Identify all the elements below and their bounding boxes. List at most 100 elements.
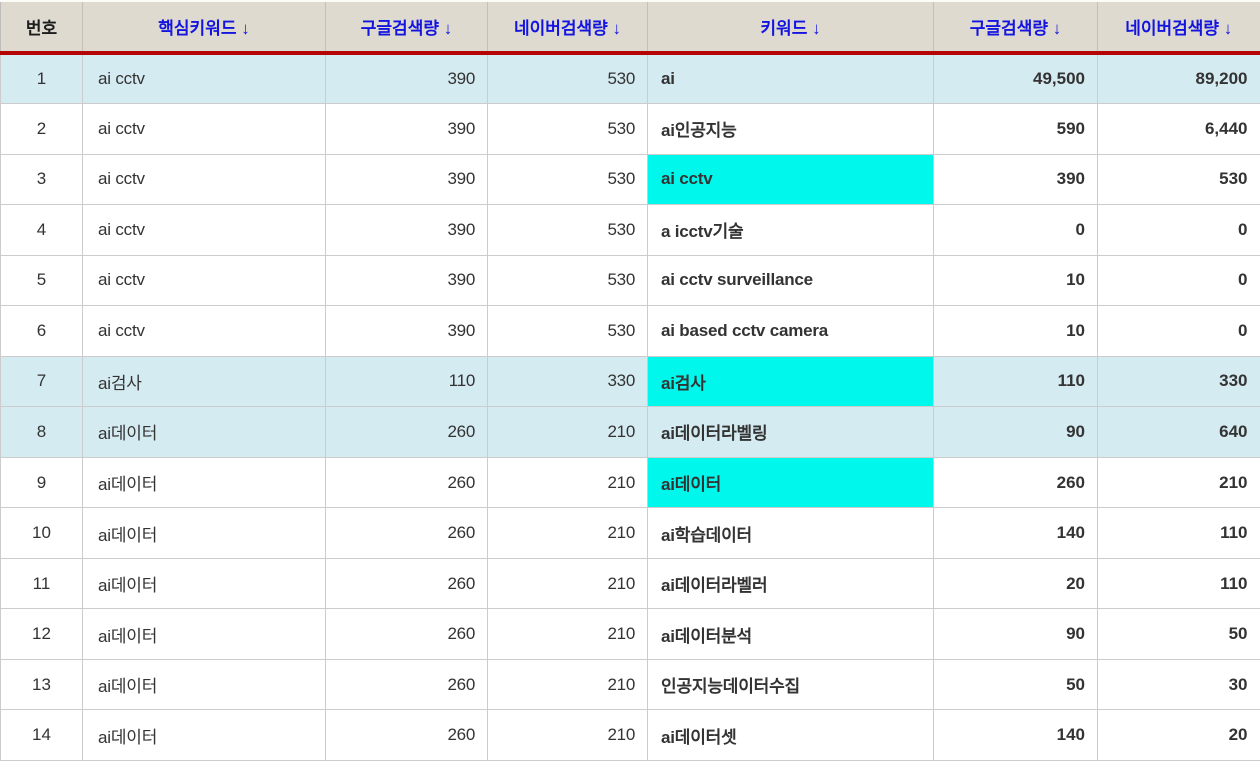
core-keyword-cell: ai검사 [83,356,326,407]
core-keyword-cell: ai데이터 [83,407,326,458]
naver-volume-keyword-cell: 0 [1098,205,1260,256]
related-keyword-cell: ai데이터라벨링 [648,407,934,458]
naver-volume-keyword-cell: 0 [1098,306,1260,357]
google-volume-keyword-cell: 50 [934,659,1098,710]
row-number-cell: 13 [1,659,83,710]
naver-volume-keyword-cell: 640 [1098,407,1260,458]
column-header-naver-volume-core[interactable]: 네이버검색량 ↓ [488,1,648,53]
related-keyword-cell: ai cctv [648,154,934,205]
sort-descending-icon: ↓ [1224,19,1233,38]
google-volume-core-cell: 390 [326,104,488,155]
header-label: 네이버검색량 [1125,19,1219,38]
naver-volume-keyword-cell: 50 [1098,609,1260,660]
google-volume-core-cell: 390 [326,53,488,104]
row-number-cell: 4 [1,205,83,256]
table-row: 12ai데이터260210ai데이터분석9050 [1,609,1260,660]
naver-volume-core-cell: 210 [488,407,648,458]
related-keyword-cell: ai [648,53,934,104]
header-label: 번호 [26,19,57,38]
row-number-cell: 3 [1,154,83,205]
google-volume-core-cell: 390 [326,255,488,306]
core-keyword-cell: ai cctv [83,154,326,205]
header-label: 구글검색량 [361,19,439,38]
core-keyword-cell: ai cctv [83,53,326,104]
google-volume-keyword-cell: 110 [934,356,1098,407]
row-number-cell: 6 [1,306,83,357]
google-volume-core-cell: 260 [326,710,488,761]
naver-volume-keyword-cell: 89,200 [1098,53,1260,104]
google-volume-core-cell: 260 [326,558,488,609]
core-keyword-cell: ai cctv [83,306,326,357]
google-volume-keyword-cell: 140 [934,508,1098,559]
google-volume-keyword-cell: 10 [934,255,1098,306]
naver-volume-core-cell: 530 [488,104,648,155]
row-number-cell: 2 [1,104,83,155]
google-volume-keyword-cell: 90 [934,407,1098,458]
naver-volume-core-cell: 330 [488,356,648,407]
table-row: 5ai cctv390530ai cctv surveillance100 [1,255,1260,306]
naver-volume-core-cell: 530 [488,205,648,256]
core-keyword-cell: ai데이터 [83,558,326,609]
core-keyword-cell: ai데이터 [83,710,326,761]
table-row: 4ai cctv390530a icctv기술00 [1,205,1260,256]
core-keyword-cell: ai cctv [83,255,326,306]
table-row: 1ai cctv390530ai49,50089,200 [1,53,1260,104]
google-volume-core-cell: 260 [326,407,488,458]
naver-volume-keyword-cell: 330 [1098,356,1260,407]
naver-volume-keyword-cell: 210 [1098,457,1260,508]
related-keyword-cell: ai데이터라벨러 [648,558,934,609]
google-volume-keyword-cell: 90 [934,609,1098,660]
row-number-cell: 12 [1,609,83,660]
related-keyword-cell: ai데이터셋 [648,710,934,761]
naver-volume-keyword-cell: 20 [1098,710,1260,761]
google-volume-keyword-cell: 140 [934,710,1098,761]
column-header-google-volume-keyword[interactable]: 구글검색량 ↓ [934,1,1098,53]
header-label: 구글검색량 [970,19,1048,38]
naver-volume-keyword-cell: 30 [1098,659,1260,710]
sort-descending-icon: ↓ [241,19,250,38]
naver-volume-core-cell: 530 [488,255,648,306]
table-row: 8ai데이터260210ai데이터라벨링90640 [1,407,1260,458]
google-volume-keyword-cell: 49,500 [934,53,1098,104]
header-label: 핵심키워드 [158,19,236,38]
column-header-core-keyword[interactable]: 핵심키워드 ↓ [83,1,326,53]
google-volume-core-cell: 390 [326,205,488,256]
related-keyword-cell: a icctv기술 [648,205,934,256]
table-body: 1ai cctv390530ai49,50089,2002ai cctv3905… [1,53,1260,761]
table-row: 7ai검사110330ai검사110330 [1,356,1260,407]
naver-volume-core-cell: 530 [488,53,648,104]
google-volume-core-cell: 390 [326,154,488,205]
table-header: 번호 핵심키워드 ↓ 구글검색량 ↓ 네이버검색량 ↓ 키워드 ↓ 구글검색량 … [1,1,1260,53]
column-header-keyword[interactable]: 키워드 ↓ [648,1,934,53]
naver-volume-core-cell: 210 [488,558,648,609]
core-keyword-cell: ai cctv [83,104,326,155]
sort-descending-icon: ↓ [812,19,821,38]
google-volume-keyword-cell: 20 [934,558,1098,609]
row-number-cell: 11 [1,558,83,609]
table-row: 6ai cctv390530ai based cctv camera100 [1,306,1260,357]
google-volume-core-cell: 260 [326,457,488,508]
sort-descending-icon: ↓ [1053,19,1062,38]
table-row: 11ai데이터260210ai데이터라벨러20110 [1,558,1260,609]
row-number-cell: 1 [1,53,83,104]
header-label: 네이버검색량 [514,19,608,38]
related-keyword-cell: ai인공지능 [648,104,934,155]
table-row: 14ai데이터260210ai데이터셋14020 [1,710,1260,761]
related-keyword-cell: ai검사 [648,356,934,407]
naver-volume-keyword-cell: 530 [1098,154,1260,205]
table-row: 3ai cctv390530ai cctv390530 [1,154,1260,205]
table-row: 10ai데이터260210ai학습데이터140110 [1,508,1260,559]
table-row: 13ai데이터260210인공지능데이터수집5030 [1,659,1260,710]
naver-volume-core-cell: 210 [488,659,648,710]
google-volume-core-cell: 110 [326,356,488,407]
sort-descending-icon: ↓ [444,19,453,38]
google-volume-core-cell: 260 [326,609,488,660]
naver-volume-keyword-cell: 6,440 [1098,104,1260,155]
row-number-cell: 7 [1,356,83,407]
column-header-google-volume-core[interactable]: 구글검색량 ↓ [326,1,488,53]
naver-volume-core-cell: 210 [488,609,648,660]
google-volume-keyword-cell: 10 [934,306,1098,357]
column-header-naver-volume-keyword[interactable]: 네이버검색량 ↓ [1098,1,1260,53]
header-row: 번호 핵심키워드 ↓ 구글검색량 ↓ 네이버검색량 ↓ 키워드 ↓ 구글검색량 … [1,1,1260,53]
header-label: 키워드 [760,19,807,38]
